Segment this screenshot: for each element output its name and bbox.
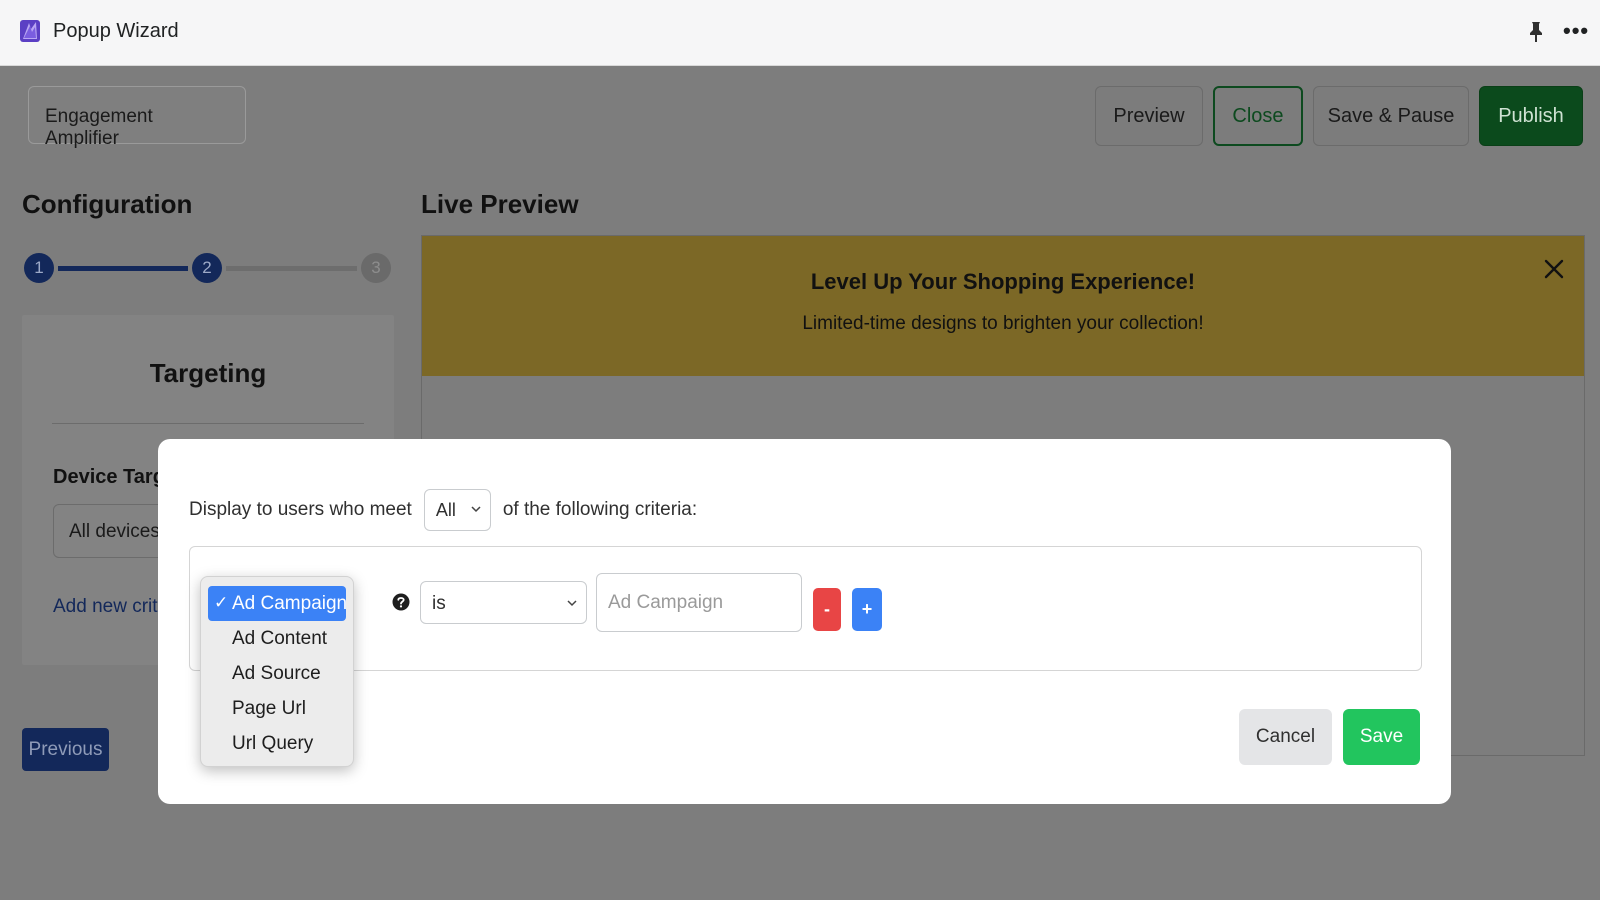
match-select[interactable]: All [423, 489, 491, 531]
pin-icon[interactable] [1527, 20, 1545, 44]
divider [52, 423, 364, 424]
dropdown-option-ad-campaign[interactable]: ✓ Ad Campaign [208, 586, 348, 621]
app-title: Popup Wizard [53, 20, 179, 42]
save-pause-button[interactable]: Save & Pause [1313, 86, 1469, 146]
field-dropdown-list: ✓ Ad Campaign Ad Content Ad Source Page … [200, 576, 354, 767]
banner-title: Level Up Your Shopping Experience! [810, 269, 1196, 294]
dropdown-option-url-query[interactable]: Url Query [208, 726, 346, 761]
configuration-title: Configuration [22, 189, 193, 219]
criteria-rule-row: is - + [189, 546, 1422, 671]
dropdown-option-ad-source[interactable]: Ad Source [208, 656, 346, 691]
checkmark-icon: ✓ [214, 593, 229, 612]
operator-value: is [432, 593, 446, 614]
stepper-line-pending [226, 266, 357, 271]
criteria-prefix: Display to users who meet [189, 499, 412, 520]
remove-rule-button[interactable]: - [813, 588, 841, 631]
dropdown-option-ad-content[interactable]: Ad Content [208, 621, 346, 656]
previous-button[interactable]: Previous [22, 728, 109, 771]
app-logo-icon [20, 20, 40, 42]
criteria-sentence: Display to users who meet All of the fol… [189, 489, 697, 531]
chevron-down-icon [471, 506, 481, 513]
question-circle-icon[interactable] [392, 593, 410, 611]
save-button[interactable]: Save [1343, 709, 1420, 765]
publish-button[interactable]: Publish [1479, 86, 1583, 146]
title-bar: Popup Wizard ••• [0, 0, 1600, 66]
step-3[interactable]: 3 [361, 253, 391, 283]
option-label: Ad Content [232, 628, 328, 649]
criteria-value-input[interactable] [596, 573, 802, 632]
more-options-icon[interactable]: ••• [1563, 18, 1589, 44]
operator-select[interactable]: is [420, 581, 587, 624]
step-2[interactable]: 2 [192, 253, 222, 283]
criteria-suffix: of the following criteria: [502, 499, 698, 520]
dropdown-option-page-url[interactable]: Page Url [208, 691, 346, 726]
match-select-value: All [435, 499, 456, 520]
stepper-line-complete [58, 266, 188, 271]
option-label: Ad Campaign [232, 593, 348, 614]
option-label: Ad Source [232, 663, 321, 684]
add-criteria-link[interactable]: Add new crite [53, 596, 168, 618]
popup-banner: Level Up Your Shopping Experience! Limit… [422, 236, 1584, 376]
option-label: Page Url [232, 698, 306, 719]
chevron-down-icon [567, 600, 577, 607]
add-rule-button[interactable]: + [852, 588, 882, 631]
close-icon[interactable] [1543, 258, 1565, 280]
preview-button[interactable]: Preview [1095, 86, 1203, 146]
banner-subtitle: Limited-time designs to brighten your co… [802, 313, 1204, 334]
live-preview-title: Live Preview [421, 189, 579, 219]
option-label: Url Query [232, 733, 314, 754]
step-1[interactable]: 1 [24, 253, 54, 283]
targeting-title: Targeting [149, 358, 267, 388]
campaign-name-field[interactable]: Engagement Amplifier [28, 86, 246, 149]
cancel-button[interactable]: Cancel [1239, 709, 1332, 765]
close-button[interactable]: Close [1213, 86, 1303, 146]
